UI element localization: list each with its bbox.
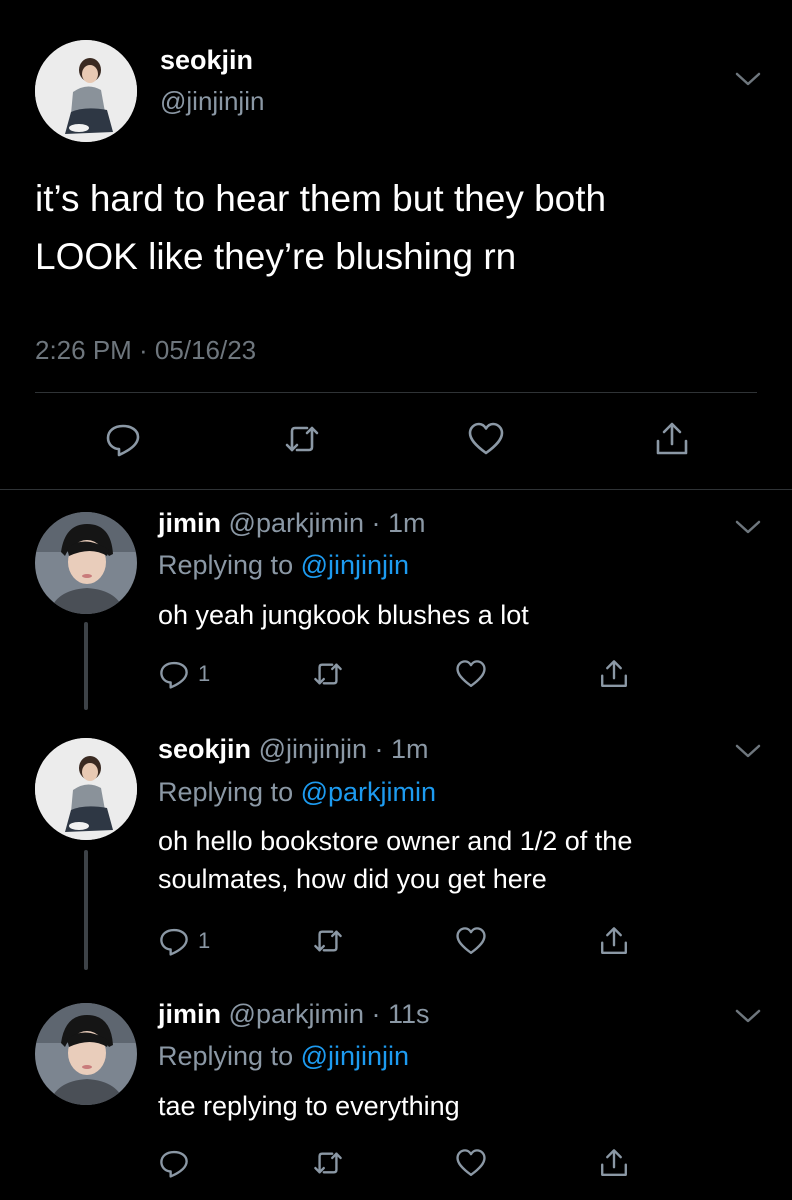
reply-icon[interactable] [158,1147,190,1179]
chevron-down-icon[interactable] [733,1007,763,1025]
reply-header: jimin @parkjimin · 11s [158,999,430,1030]
reply-actions [0,1147,792,1181]
mention-link[interactable]: @jinjinjin [301,550,409,580]
reply-tweet[interactable]: seokjin @jinjinjin · 1m Replying to @par… [0,720,792,985]
author-meta[interactable]: @jinjinjin · 1m [259,734,429,764]
heart-icon[interactable] [455,658,487,690]
replying-to-label: Replying to [158,777,301,807]
avatar[interactable] [35,738,137,840]
tweet-text-line: it’s hard to hear them but they both [35,178,607,219]
replying-to: Replying to @parkjimin [158,777,436,808]
author-name[interactable]: jimin [158,508,221,538]
reply-text: tae replying to everything [158,1091,460,1121]
reply-count: 1 [198,661,211,686]
retweet-icon[interactable] [283,420,321,458]
main-tweet[interactable]: seokjin @jinjinjin it’s hard to hear the… [0,0,792,490]
heart-icon[interactable] [455,925,487,957]
share-icon[interactable] [598,658,630,690]
tweet-text: it’s hard to hear them but they both LOO… [35,170,755,286]
heart-icon[interactable] [467,420,505,458]
tweet-thread-page: seokjin @jinjinjin it’s hard to hear the… [0,0,792,1200]
avatar-image [35,1003,137,1105]
reply-icon[interactable] [158,658,190,690]
replying-to: Replying to @jinjinjin [158,550,409,581]
heart-icon[interactable] [455,1147,487,1179]
retweet-icon[interactable] [312,658,344,690]
replying-to-label: Replying to [158,550,301,580]
reply-tweet[interactable]: jimin @parkjimin · 11s Replying to @jinj… [0,985,792,1200]
share-icon[interactable] [598,925,630,957]
avatar[interactable] [35,40,137,142]
tweet-text-line: LOOK like they’re blushing rn [35,236,517,277]
reply-count: 1 [198,928,211,953]
replying-to: Replying to @jinjinjin [158,1041,409,1072]
chevron-down-icon[interactable] [733,742,763,760]
retweet-icon[interactable] [312,1147,344,1179]
share-icon[interactable] [653,420,691,458]
avatar-image [35,40,137,142]
chevron-down-icon[interactable] [733,518,763,536]
author-name[interactable]: seokjin [160,45,253,76]
reply-header: seokjin @jinjinjin · 1m [158,734,429,765]
tweet-timestamp[interactable]: 2:26 PM · 05/16/23 [35,335,256,366]
replying-to-label: Replying to [158,1041,301,1071]
retweet-icon[interactable] [312,925,344,957]
divider [35,392,757,393]
avatar-image [35,738,137,840]
author-name[interactable]: jimin [158,999,221,1029]
reply-actions: 1 [0,658,792,692]
reply-tweet[interactable]: jimin @parkjimin · 1m Replying to @jinji… [0,490,792,720]
mention-link[interactable]: @parkjimin [301,777,436,807]
avatar[interactable] [35,512,137,614]
share-icon[interactable] [598,1147,630,1179]
author-meta[interactable]: @parkjimin · 1m [229,508,426,538]
mention-link[interactable]: @jinjinjin [301,1041,409,1071]
avatar-image [35,512,137,614]
tweet-actions [0,420,792,460]
reply-text: oh hello bookstore owner and 1/2 of the … [158,826,633,894]
reply-header: jimin @parkjimin · 1m [158,508,425,539]
reply-actions: 1 [0,925,792,959]
author-meta[interactable]: @parkjimin · 11s [229,999,430,1029]
author-name[interactable]: seokjin [158,734,251,764]
reply-icon[interactable] [158,925,190,957]
author-handle[interactable]: @jinjinjin [160,86,264,117]
reply-icon[interactable] [104,420,142,458]
reply-text: oh yeah jungkook blushes a lot [158,600,529,630]
chevron-down-icon[interactable] [733,70,763,88]
avatar[interactable] [35,1003,137,1105]
